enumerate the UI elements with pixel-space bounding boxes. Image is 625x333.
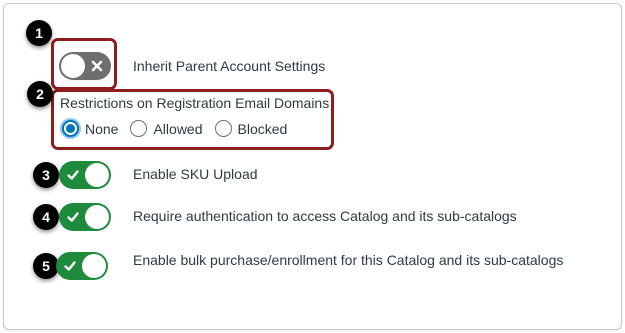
radio-allowed[interactable] — [130, 120, 148, 137]
callout-badge-2: 2 — [27, 81, 53, 107]
inherit-settings-toggle[interactable] — [59, 52, 111, 80]
radio-none[interactable] — [62, 120, 79, 137]
callout-badge-3: 3 — [33, 162, 59, 188]
restrictions-radio-group: None Allowed Blocked — [62, 120, 299, 137]
radio-blocked-label[interactable]: Blocked — [238, 121, 288, 137]
require-auth-toggle[interactable] — [59, 203, 111, 231]
inherit-settings-label: Inherit Parent Account Settings — [133, 58, 326, 74]
x-icon — [91, 60, 103, 72]
radio-selected-dot — [66, 124, 75, 133]
toggle-knob — [61, 54, 85, 78]
bulk-purchase-label: Enable bulk purchase/enrollment for this… — [133, 252, 564, 268]
bulk-purchase-toggle[interactable] — [56, 252, 108, 280]
toggle-knob — [82, 254, 106, 278]
toggle-knob — [85, 205, 109, 229]
checkmark-icon — [67, 212, 79, 222]
sku-upload-label: Enable SKU Upload — [133, 166, 258, 182]
callout-badge-1: 1 — [26, 20, 52, 46]
restrictions-group-title: Restrictions on Registration Email Domai… — [60, 95, 330, 111]
checkmark-icon — [67, 170, 79, 180]
radio-blocked[interactable] — [214, 120, 232, 137]
checkmark-icon — [64, 261, 76, 271]
radio-none-label[interactable]: None — [85, 121, 118, 137]
require-auth-label: Require authentication to access Catalog… — [133, 208, 517, 224]
sku-upload-toggle[interactable] — [59, 161, 111, 189]
radio-allowed-label[interactable]: Allowed — [153, 121, 202, 137]
callout-badge-4: 4 — [33, 204, 59, 230]
toggle-knob — [85, 163, 109, 187]
